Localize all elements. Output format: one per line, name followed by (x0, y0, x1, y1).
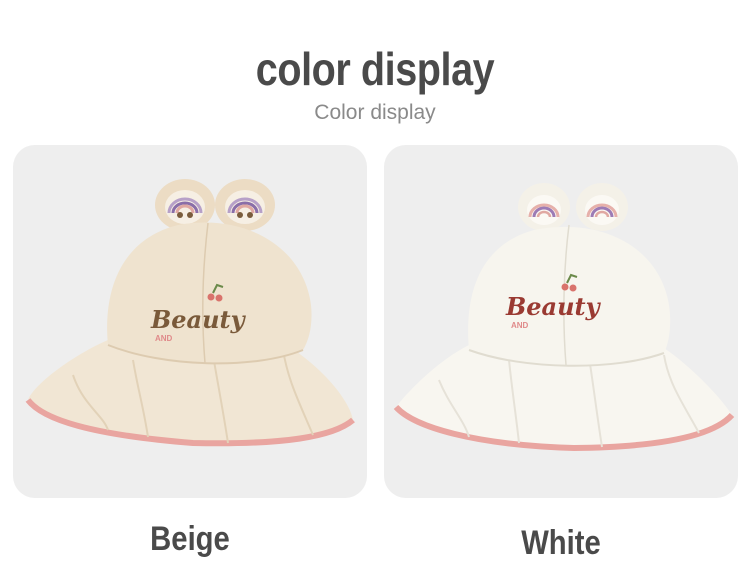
variant-label-white: White (521, 524, 601, 562)
page-title: color display (255, 43, 495, 95)
bucket-hat-beige-illustration: Beauty AND (25, 179, 355, 447)
bucket-hat-white-illustration: Beauty AND (393, 183, 735, 452)
hat-crown (107, 222, 312, 364)
product-image-beige: Beauty AND (13, 145, 367, 498)
ear-right (215, 179, 275, 231)
product-image-white: Beauty AND (384, 145, 738, 498)
page-subtitle: Color display (314, 101, 436, 124)
embroidery-subtext: AND (155, 334, 173, 343)
embroidery-text: Beauty (505, 292, 602, 321)
embroidery-subtext: AND (511, 321, 529, 330)
variant-label-beige: Beige (150, 520, 230, 558)
embroidery-text: Beauty (150, 305, 247, 334)
ear-right (576, 183, 628, 231)
ear-left (518, 183, 570, 231)
